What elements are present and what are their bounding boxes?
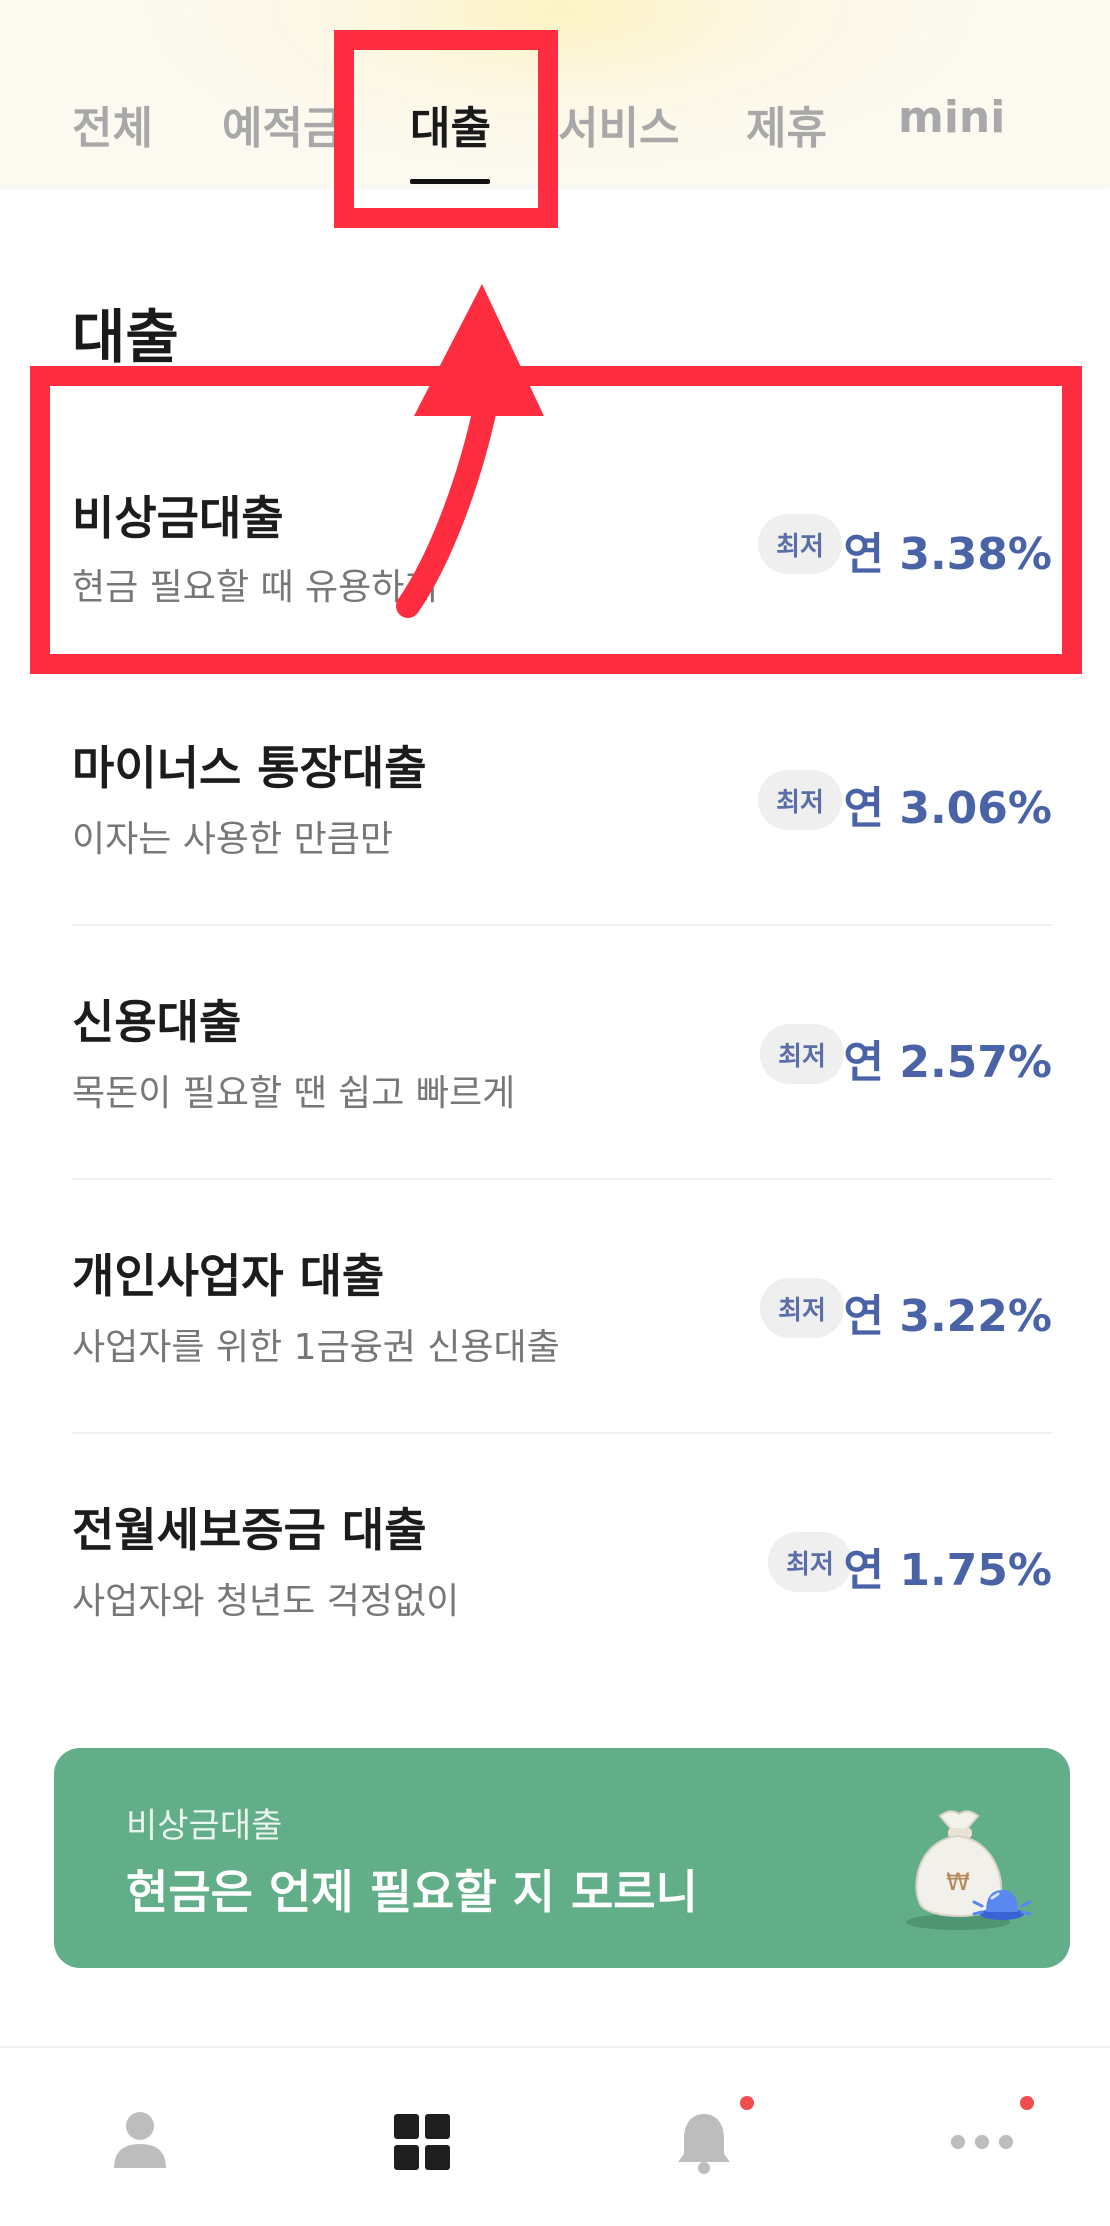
- tab-deposit[interactable]: 예적금: [222, 92, 343, 156]
- tab-all[interactable]: 전체: [72, 92, 153, 156]
- tab-mini[interactable]: mini: [898, 92, 1005, 143]
- loan-item-credit[interactable]: 신용대출 목돈이 필요할 땐 쉽고 빠르게 최저 연 2.57%: [72, 924, 1052, 1180]
- highlight-box-emergency-loan: [30, 366, 1082, 674]
- notification-dot: [740, 2096, 754, 2110]
- loan-rate: 연 3.06%: [843, 783, 1052, 834]
- loan-item-rent-deposit[interactable]: 전월세보증금 대출 사업자와 청년도 걱정없이 최저 연 1.75%: [72, 1432, 1052, 1686]
- nav-more[interactable]: [942, 2096, 1034, 2182]
- tab-partnership[interactable]: 제휴: [746, 92, 827, 156]
- loan-rate: 연 2.57%: [843, 1037, 1052, 1088]
- lowest-badge: 최저: [768, 1532, 852, 1592]
- nav-profile[interactable]: [100, 2102, 180, 2182]
- promo-banner[interactable]: 비상금대출 현금은 언제 필요할 지 모르니 ₩: [54, 1748, 1070, 1968]
- loan-description: 이자는 사용한 만큼만: [72, 819, 393, 860]
- money-bag-with-siren-icon: ₩: [906, 1810, 1032, 1930]
- person-icon: [114, 2112, 166, 2168]
- loan-rate: 연 3.22%: [843, 1291, 1052, 1342]
- loan-item-overdraft[interactable]: 마이너스 통장대출 이자는 사용한 만큼만 최저 연 3.06%: [72, 670, 1052, 926]
- loan-name: 마이너스 통장대출: [72, 741, 427, 795]
- nav-home[interactable]: [382, 2102, 462, 2182]
- loan-name: 전월세보증금 대출: [72, 1503, 427, 1557]
- lowest-badge: 최저: [760, 1278, 844, 1338]
- bell-icon: [678, 2114, 730, 2174]
- lowest-badge: 최저: [760, 1024, 844, 1084]
- loan-description: 사업자와 청년도 걱정없이: [72, 1581, 460, 1622]
- bottom-navigation: [0, 2046, 1110, 2226]
- loan-name: 개인사업자 대출: [72, 1249, 385, 1303]
- loan-name: 신용대출: [72, 995, 242, 1049]
- loan-description: 사업자를 위한 1금융권 신용대출: [72, 1327, 560, 1368]
- section-title: 대출: [72, 303, 179, 371]
- grid-icon: [394, 2114, 450, 2170]
- highlight-box-loan-tab: [334, 30, 558, 228]
- lowest-badge: 최저: [758, 770, 842, 830]
- loan-rate: 연 1.75%: [843, 1545, 1052, 1596]
- notification-dot: [1020, 2096, 1034, 2110]
- banner-subtitle: 비상금대출: [126, 1806, 283, 1846]
- nav-notifications[interactable]: [664, 2096, 754, 2182]
- tab-service[interactable]: 서비스: [558, 92, 679, 156]
- more-icon: [951, 2135, 1013, 2149]
- loan-item-business[interactable]: 개인사업자 대출 사업자를 위한 1금융권 신용대출 최저 연 3.22%: [72, 1178, 1052, 1434]
- currency-symbol: ₩: [946, 1868, 970, 1896]
- banner-title: 현금은 언제 필요할 지 모르니: [126, 1865, 698, 1919]
- loan-description: 목돈이 필요할 땐 쉽고 빠르게: [72, 1073, 516, 1114]
